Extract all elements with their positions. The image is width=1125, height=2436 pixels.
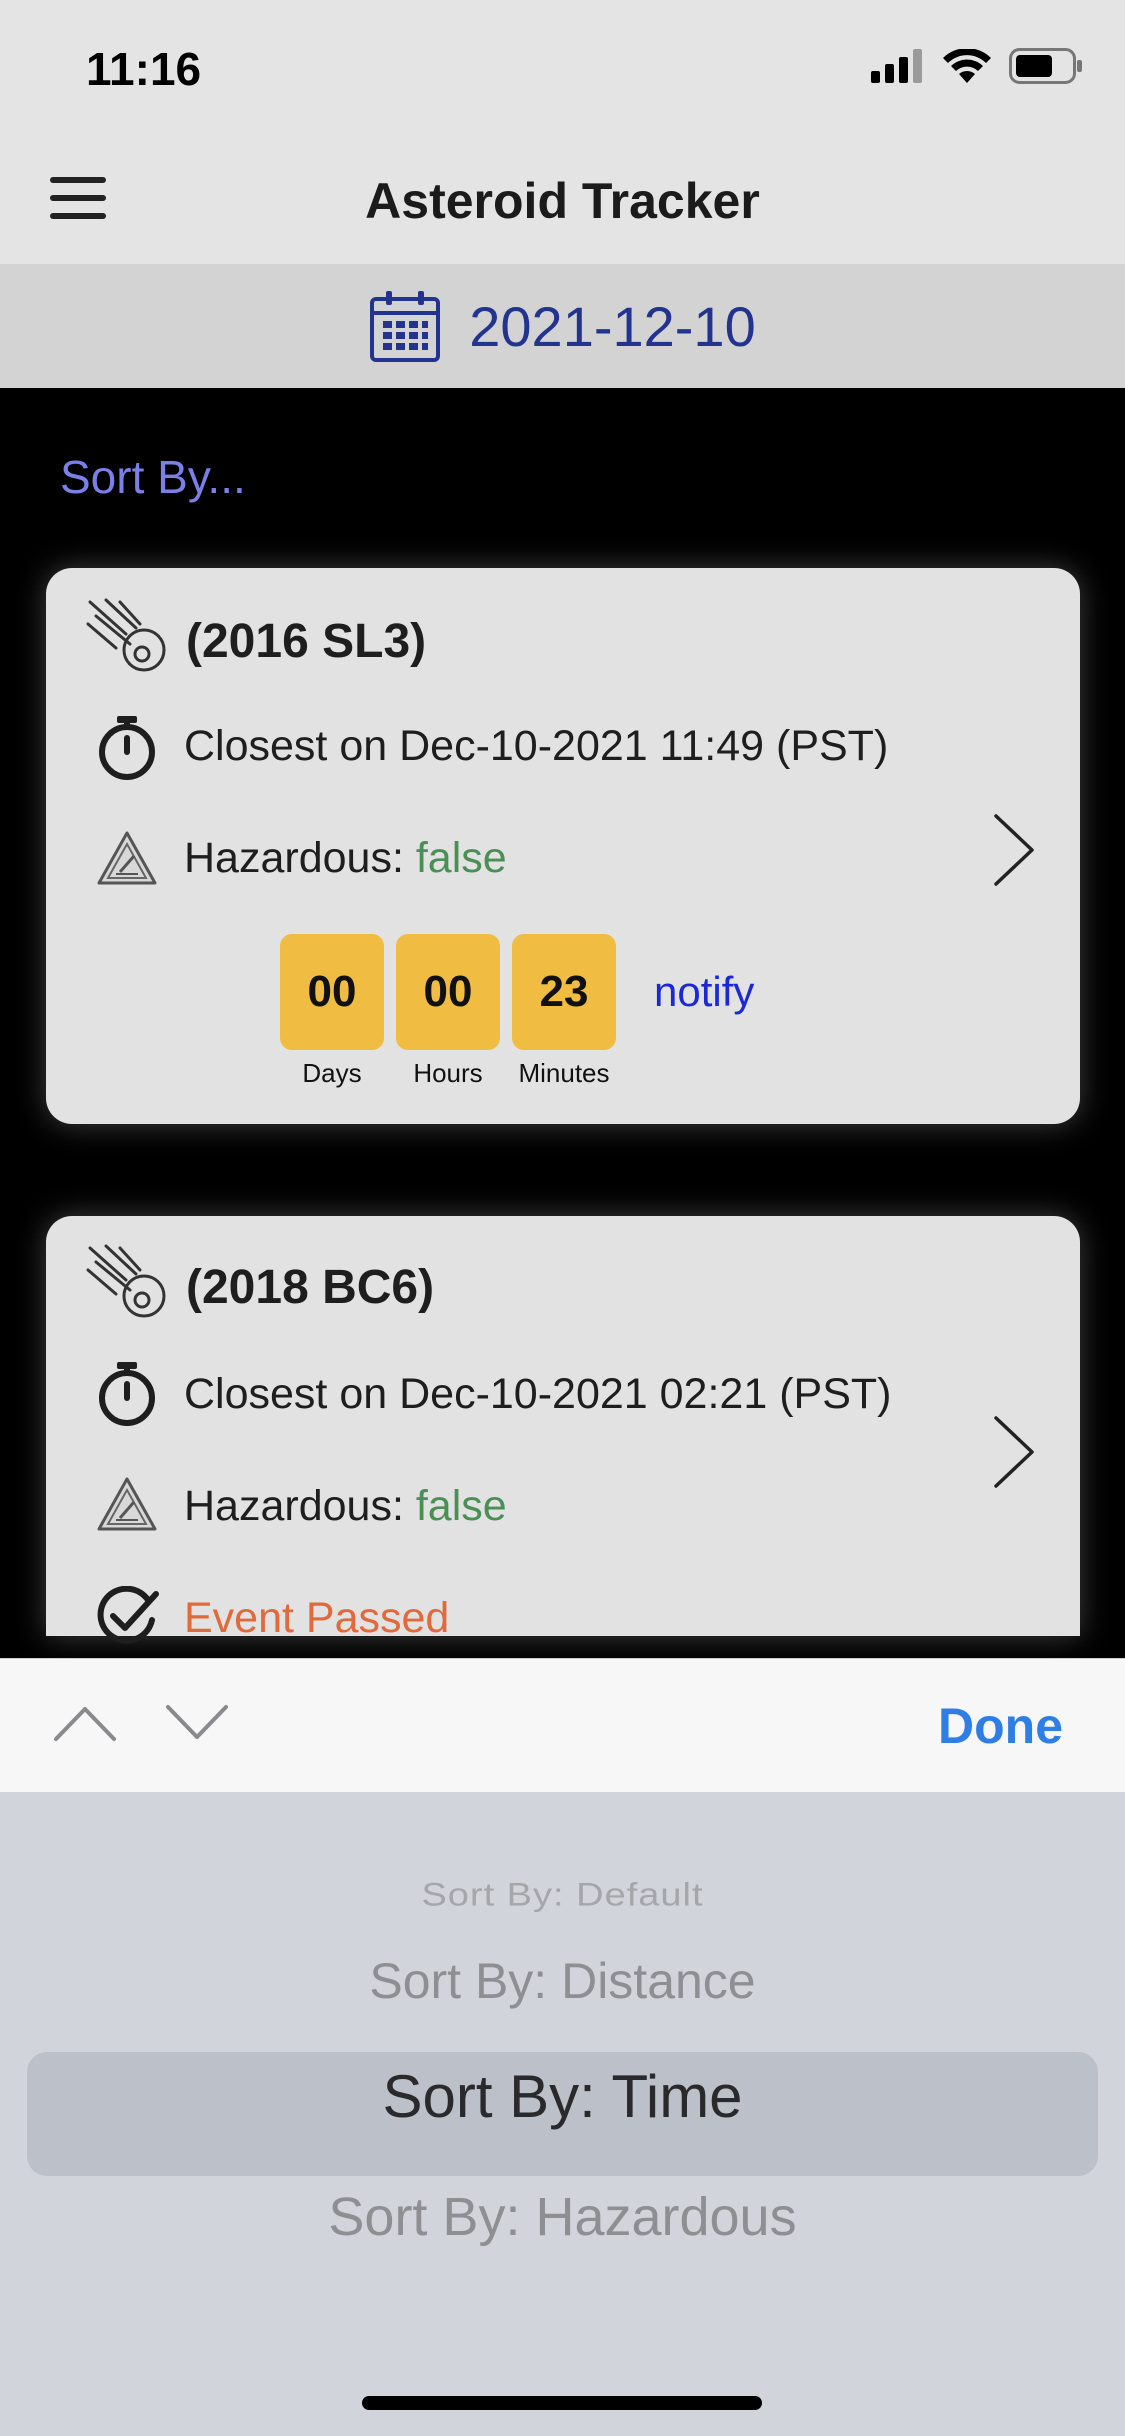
selected-date: 2021-12-10: [469, 294, 756, 358]
closest-approach-text: Closest on Dec-10-2021 11:49 (PST): [184, 722, 889, 770]
countdown-hours-value: 00: [396, 934, 500, 1050]
chevron-right-icon[interactable]: [992, 1414, 1036, 1490]
countdown-hours: 00 Hours: [396, 934, 500, 1089]
hazardous-value: false: [415, 834, 507, 882]
countdown-minutes-value: 23: [512, 934, 616, 1050]
countdown-minutes-label: Minutes: [518, 1058, 610, 1088]
picker-option[interactable]: Sort By: Hazardous: [0, 2186, 1125, 2248]
battery-icon: [1009, 48, 1082, 84]
countdown-days: 00 Days: [280, 934, 384, 1089]
asteroid-icon: [86, 598, 166, 672]
asteroid-name: (2016 SL3): [186, 615, 427, 668]
done-button[interactable]: Done: [938, 1697, 1063, 1755]
countdown-days-value: 00: [280, 934, 384, 1050]
asteroid-icon: [86, 1244, 166, 1318]
hazardous-label: Hazardous:: [184, 834, 404, 882]
picker-option[interactable]: Sort By: Distance: [0, 1952, 1125, 2010]
home-indicator: [362, 2396, 762, 2410]
picker-option-selected[interactable]: Sort By: Time: [0, 2062, 1125, 2131]
hazardous-label: Hazardous:: [184, 1482, 404, 1530]
countdown-minutes: 23 Minutes: [512, 934, 616, 1089]
hazardous-value: false: [415, 1482, 507, 1530]
event-status: Event Passed: [184, 1594, 450, 1642]
stopwatch-icon: [99, 716, 155, 780]
date-selector[interactable]: 2021-12-10: [0, 264, 1125, 388]
notify-button[interactable]: notify: [654, 968, 754, 1016]
countdown-hours-label: Hours: [413, 1058, 483, 1088]
countdown-days-label: Days: [302, 1058, 362, 1088]
sort-picker[interactable]: Sort By: Default Sort By: Distance Sort …: [0, 1792, 1125, 2436]
asteroid-card[interactable]: (2016 SL3) Closest on Dec-10-2021 11:49 …: [46, 568, 1080, 1124]
page-title: Asteroid Tracker: [365, 173, 760, 229]
wifi-icon: [943, 49, 991, 83]
stopwatch-icon: [99, 1362, 155, 1426]
chevron-right-icon[interactable]: [992, 812, 1036, 888]
signal-icon: [871, 49, 922, 83]
hazard-warning-icon: [97, 1477, 157, 1531]
picker-option[interactable]: Sort By: Default: [0, 1877, 1125, 1914]
nav-bar: Asteroid Tracker: [0, 132, 1125, 264]
hazardous-row: Hazardous: false: [184, 834, 507, 883]
asteroid-card[interactable]: (2018 BC6) Closest on Dec-10-2021 02:21 …: [46, 1216, 1080, 1644]
calendar-icon: [370, 291, 441, 362]
asteroid-name: (2018 BC6): [186, 1261, 435, 1314]
chevron-down-icon[interactable]: [164, 1703, 230, 1743]
closest-approach-text: Closest on Dec-10-2021 02:21 (PST): [184, 1370, 892, 1418]
sort-by-link[interactable]: Sort By...: [60, 450, 246, 504]
status-time: 11:16: [86, 43, 202, 95]
status-icons: [871, 48, 1083, 84]
chevron-up-icon[interactable]: [52, 1703, 118, 1743]
picker-toolbar: Done: [0, 1658, 1125, 1792]
hazardous-row: Hazardous: false: [184, 1482, 507, 1531]
hazard-warning-icon: [97, 831, 157, 885]
status-bar: 11:16: [0, 0, 1125, 132]
check-circle-icon: [97, 1586, 159, 1644]
